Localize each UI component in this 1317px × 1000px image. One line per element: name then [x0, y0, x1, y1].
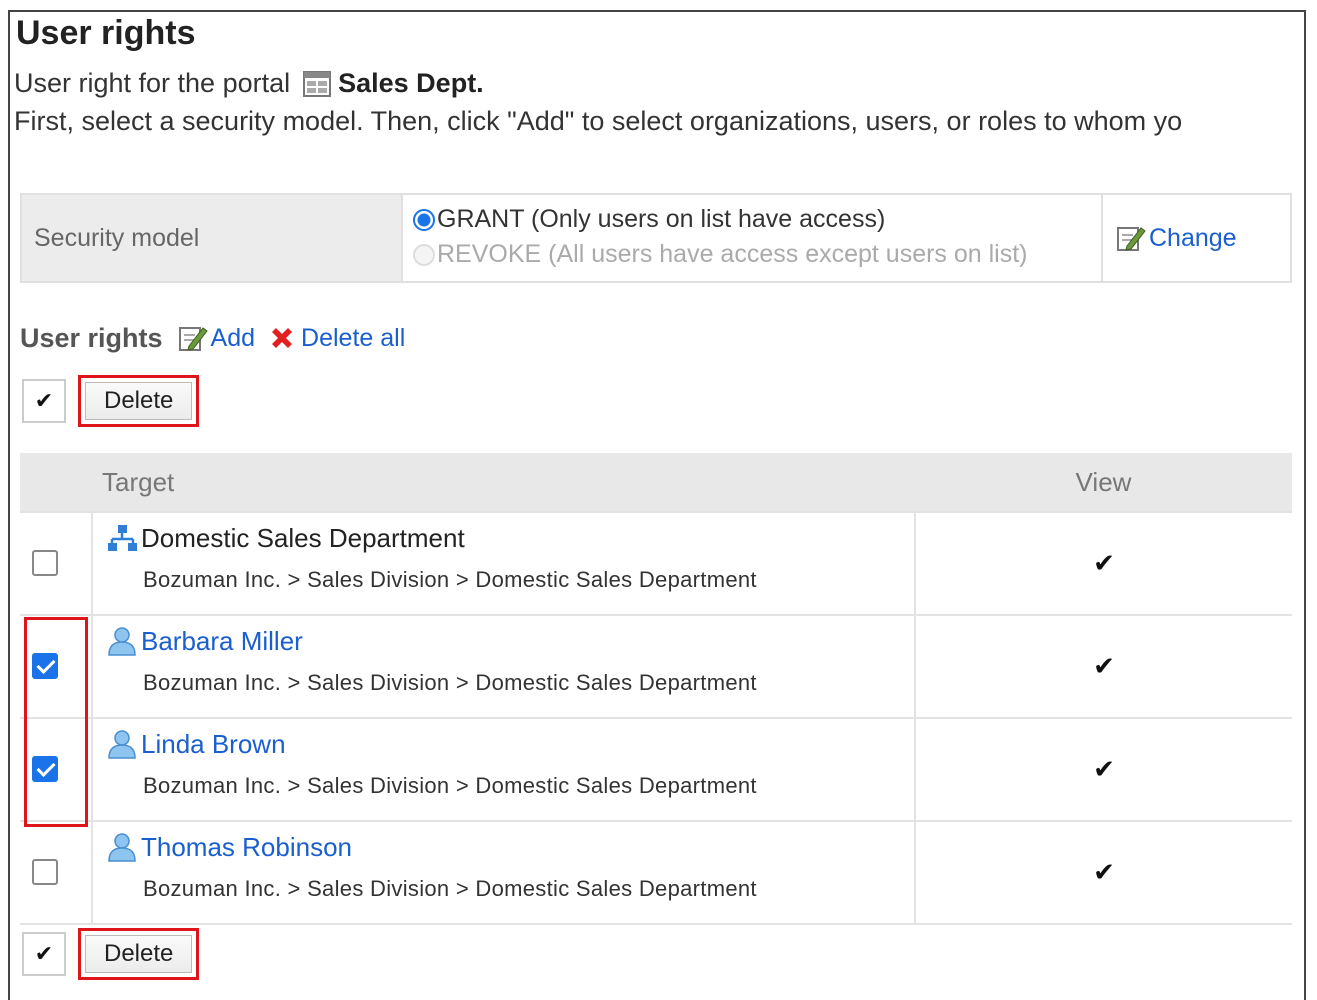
change-link[interactable]: Change [1149, 224, 1237, 253]
revoke-option: REVOKE (All users have access except use… [413, 240, 1028, 269]
selected-rows-highlight [24, 617, 88, 827]
user-rights-header: User rights Add Delete all [20, 322, 405, 354]
security-model-options: GRANT (Only users on list have access) R… [403, 195, 1103, 281]
bottom-toolbar: ✔ Delete [22, 928, 200, 980]
add-edit-icon[interactable] [177, 322, 209, 354]
table-row: Thomas Robinson Bozuman Inc. > Sales Div… [20, 820, 1292, 925]
revoke-label: REVOKE (All users have access except use… [437, 240, 1028, 268]
target-path: Bozuman Inc. > Sales Division > Domestic… [143, 670, 757, 695]
table-row: Domestic Sales Department Bozuman Inc. >… [20, 511, 1292, 615]
portal-name: Sales Dept. [338, 68, 484, 98]
security-model-label: Security model [22, 195, 403, 281]
grant-label: GRANT (Only users on list have access) [437, 205, 886, 233]
table-row: Linda Brown Bozuman Inc. > Sales Divisio… [20, 717, 1292, 821]
change-cell: Change [1103, 195, 1290, 281]
organization-icon [108, 525, 137, 551]
target-path: Bozuman Inc. > Sales Division > Domestic… [143, 567, 757, 592]
user-icon [108, 833, 136, 862]
instruction-text: First, select a security model. Then, cl… [14, 106, 1183, 136]
target-name-line: Domestic Sales Department [105, 521, 914, 555]
row-target-cell: Linda Brown Bozuman Inc. > Sales Divisio… [91, 717, 916, 821]
header-checkbox-col [20, 453, 92, 512]
target-name-line: Barbara Miller [105, 624, 914, 658]
user-icon [108, 730, 136, 759]
revoke-radio [413, 243, 435, 266]
delete-x-icon[interactable] [267, 323, 297, 353]
target-name[interactable]: Barbara Miller [141, 626, 303, 657]
table-header-row: Target View [20, 453, 1292, 512]
add-link[interactable]: Add [211, 324, 255, 353]
delete-highlight-top: Delete [78, 375, 200, 427]
header-view: View [915, 453, 1292, 512]
user-rights-table: Target View Domestic Sales Department Bo… [20, 453, 1292, 925]
delete-highlight-bottom: Delete [78, 928, 200, 980]
target-name-line: Linda Brown [105, 727, 914, 761]
user-rights-title: User rights [20, 322, 163, 353]
target-name: Domestic Sales Department [141, 522, 465, 553]
table-row: Barbara Miller Bozuman Inc. > Sales Divi… [20, 614, 1292, 718]
view-permission: ✔ [915, 717, 1292, 821]
target-name-line: Thomas Robinson [105, 830, 914, 864]
security-model-row: Security model GRANT (Only users on list… [20, 193, 1292, 283]
row-check-cell [20, 820, 92, 925]
view-permission: ✔ [915, 511, 1292, 615]
row-target-cell: Barbara Miller Bozuman Inc. > Sales Divi… [91, 614, 916, 718]
user-rights-panel: User rights User right for the portal Sa… [8, 10, 1306, 1000]
delete-button-bottom[interactable]: Delete [85, 935, 193, 973]
user-icon [108, 627, 136, 656]
row-checkbox[interactable] [32, 550, 58, 576]
edit-icon [1117, 227, 1146, 251]
row-target-cell: Thomas Robinson Bozuman Inc. > Sales Div… [91, 820, 916, 925]
select-all-button[interactable]: ✔ [22, 379, 66, 423]
target-name[interactable]: Thomas Robinson [141, 832, 352, 863]
view-permission: ✔ [915, 614, 1292, 718]
view-permission: ✔ [915, 820, 1292, 925]
row-checkbox[interactable] [32, 859, 58, 885]
target-name[interactable]: Linda Brown [141, 729, 286, 760]
delete-all-link[interactable]: Delete all [301, 324, 405, 353]
header-target: Target [92, 453, 915, 512]
grant-option: GRANT (Only users on list have access) [413, 205, 885, 234]
select-all-button-bottom[interactable]: ✔ [22, 932, 66, 976]
row-check-cell [20, 511, 92, 615]
portal-icon [303, 70, 332, 97]
target-path: Bozuman Inc. > Sales Division > Domestic… [143, 876, 757, 901]
target-path: Bozuman Inc. > Sales Division > Domestic… [143, 773, 757, 798]
portal-prefix: User right for the portal [14, 68, 291, 98]
grant-radio [413, 208, 435, 231]
row-target-cell: Domestic Sales Department Bozuman Inc. >… [91, 511, 916, 615]
portal-line: User right for the portal Sales Dept. [14, 68, 484, 99]
page-title: User rights [16, 14, 196, 52]
top-toolbar: ✔ Delete [22, 375, 200, 427]
delete-button-top[interactable]: Delete [85, 382, 193, 420]
